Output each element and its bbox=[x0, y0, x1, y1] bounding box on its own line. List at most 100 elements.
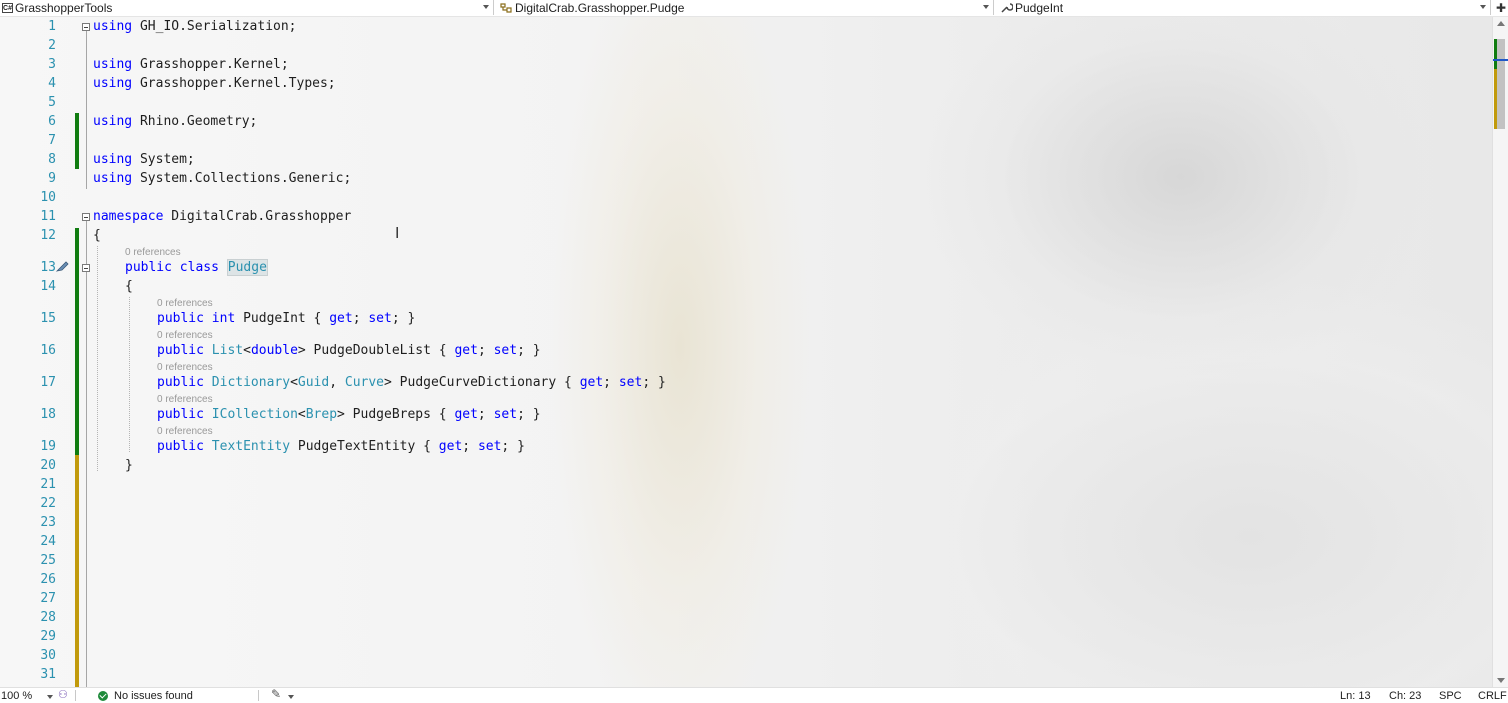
code-line-8[interactable]: using System; bbox=[93, 150, 195, 169]
keyword: double bbox=[250, 343, 298, 358]
code-line-16[interactable]: public List<double> PudgeDoubleList { ge… bbox=[157, 341, 541, 360]
divider bbox=[75, 690, 76, 701]
class-icon bbox=[499, 2, 513, 14]
line-ending-indicator[interactable]: CRLF bbox=[1478, 690, 1507, 702]
keyword: using bbox=[93, 114, 133, 129]
editor-status-bar: 100 % ⚇ No issues found ✎ Ln: 13 Ch: 23 … bbox=[0, 687, 1508, 703]
code-line-13[interactable]: public class Pudge bbox=[125, 258, 268, 277]
type-name: ICollection bbox=[211, 407, 298, 422]
change-marker-saved bbox=[75, 113, 79, 169]
keyword: get bbox=[329, 311, 353, 326]
text-cursor-icon: I bbox=[395, 224, 400, 242]
wrench-property-icon bbox=[999, 2, 1014, 14]
code-line-14[interactable]: { bbox=[125, 277, 133, 296]
chevron-down-icon[interactable] bbox=[47, 695, 53, 699]
line-number: 20 bbox=[40, 458, 56, 473]
issues-status[interactable]: No issues found bbox=[114, 690, 193, 702]
code-line-4[interactable]: using Grasshopper.Kernel.Types; bbox=[93, 74, 336, 93]
line-number: 23 bbox=[40, 515, 56, 530]
code-line-9[interactable]: using System.Collections.Generic; bbox=[93, 169, 351, 188]
line-number: 21 bbox=[40, 477, 56, 492]
line-number: 16 bbox=[40, 343, 56, 358]
collapse-toggle-icon[interactable] bbox=[82, 213, 90, 221]
project-dropdown-label: GrasshopperTools bbox=[15, 0, 113, 15]
line-indicator[interactable]: Ln: 13 bbox=[1340, 690, 1371, 702]
char-indicator[interactable]: Ch: 23 bbox=[1389, 690, 1421, 702]
line-number: 25 bbox=[40, 553, 56, 568]
code-line-6[interactable]: using Rhino.Geometry; bbox=[93, 112, 257, 131]
keyword: class bbox=[179, 260, 219, 275]
line-number: 15 bbox=[40, 311, 56, 326]
code-line-19[interactable]: public TextEntity PudgeTextEntity { get;… bbox=[157, 437, 525, 456]
code-line-17[interactable]: public Dictionary<Guid, Curve> PudgeCurv… bbox=[157, 373, 666, 392]
type-name: TextEntity bbox=[211, 439, 291, 454]
type-name: Guid bbox=[297, 375, 330, 390]
code-text: Rhino.Geometry; bbox=[132, 114, 258, 129]
split-window-icon[interactable]: ✚ bbox=[1496, 1, 1506, 15]
type-name: Brep bbox=[305, 407, 338, 422]
code-line-11[interactable]: namespace DigitalCrab.Grasshopper bbox=[93, 207, 351, 226]
zoom-level[interactable]: 100 % bbox=[1, 690, 32, 702]
code-text: , bbox=[329, 375, 345, 390]
whitespace-indicator[interactable]: SPC bbox=[1439, 690, 1462, 702]
code-text: < bbox=[290, 375, 298, 390]
code-text: ; } bbox=[391, 311, 416, 326]
line-number: 19 bbox=[40, 439, 56, 454]
type-dropdown[interactable]: DigitalCrab.Grasshopper.Pudge bbox=[497, 0, 994, 15]
code-cleanup-brush-icon[interactable]: ✎ bbox=[271, 688, 281, 700]
quick-actions-brush-icon[interactable] bbox=[55, 260, 69, 272]
code-text: > PudgeDoubleList { bbox=[297, 343, 455, 358]
collapse-toggle-icon[interactable] bbox=[82, 264, 90, 272]
chevron-down-icon[interactable] bbox=[288, 695, 294, 699]
line-number: 12 bbox=[40, 228, 56, 243]
code-line-1[interactable]: using GH_IO.Serialization; bbox=[93, 17, 297, 36]
type-name: Curve bbox=[344, 375, 385, 390]
keyword: set bbox=[493, 343, 518, 358]
keyword: using bbox=[93, 76, 133, 91]
line-number: 13 bbox=[40, 260, 56, 275]
scrollbar-thumb[interactable] bbox=[1496, 39, 1505, 129]
line-number: 5 bbox=[48, 95, 56, 110]
csharp-project-icon: C# bbox=[2, 2, 13, 13]
indent-guide bbox=[129, 297, 130, 452]
code-line-18[interactable]: public ICollection<Brep> PudgeBreps { ge… bbox=[157, 405, 541, 424]
code-text: ; bbox=[462, 439, 478, 454]
keyword: namespace bbox=[93, 209, 164, 224]
scroll-up-icon[interactable] bbox=[1497, 21, 1505, 26]
scrollbar-change-marker bbox=[1494, 39, 1497, 69]
member-dropdown[interactable]: PudgeInt bbox=[997, 0, 1491, 15]
code-text: ; } bbox=[517, 407, 541, 422]
line-number: 18 bbox=[40, 407, 56, 422]
chevron-down-icon bbox=[983, 5, 989, 9]
line-number: 22 bbox=[40, 496, 56, 511]
code-line-12[interactable]: { bbox=[93, 226, 101, 245]
check-circle-icon bbox=[98, 691, 108, 701]
code-line-20[interactable]: } bbox=[125, 456, 133, 475]
keyword: public bbox=[157, 311, 204, 326]
keyword: using bbox=[93, 171, 133, 186]
code-text: System.Collections.Generic; bbox=[132, 171, 352, 186]
code-text: Grasshopper.Kernel; bbox=[132, 57, 289, 72]
code-text: Grasshopper.Kernel.Types; bbox=[132, 76, 336, 91]
keyword: public bbox=[157, 407, 204, 422]
code-line-15[interactable]: public int PudgeInt { get; set; } bbox=[157, 309, 415, 328]
keyword: get bbox=[579, 375, 604, 390]
line-number: 8 bbox=[48, 152, 56, 167]
code-text: PudgeInt { bbox=[235, 311, 330, 326]
chevron-down-icon bbox=[1480, 5, 1486, 9]
collapse-toggle-icon[interactable] bbox=[82, 23, 90, 31]
code-text: ; } bbox=[517, 343, 541, 358]
line-number: 17 bbox=[40, 375, 56, 390]
code-text: < bbox=[297, 407, 306, 422]
scroll-down-icon[interactable] bbox=[1497, 678, 1505, 683]
code-health-icon[interactable]: ⚇ bbox=[58, 689, 68, 701]
vertical-scrollbar[interactable] bbox=[1492, 17, 1508, 687]
keyword: using bbox=[93, 57, 133, 72]
type-name: Dictionary bbox=[211, 375, 291, 390]
line-number: 3 bbox=[48, 57, 56, 72]
keyword: int bbox=[211, 311, 236, 326]
code-text: > PudgeBreps { bbox=[337, 407, 455, 422]
code-editor[interactable]: 1 2 3 4 5 6 7 8 9 10 11 12 13 14 15 16 1… bbox=[0, 17, 1492, 687]
project-dropdown[interactable]: C# GrasshopperTools bbox=[0, 0, 494, 15]
code-line-3[interactable]: using Grasshopper.Kernel; bbox=[93, 55, 289, 74]
